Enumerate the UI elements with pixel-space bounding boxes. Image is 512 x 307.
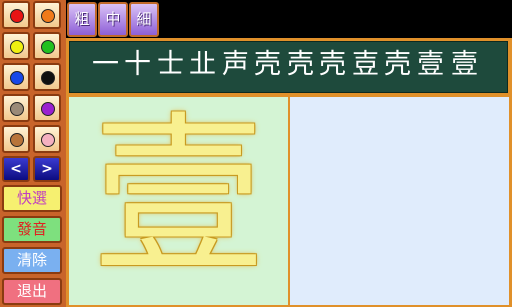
stroke-step[interactable]: 壹: [451, 48, 477, 82]
color-gray-swatch[interactable]: [2, 94, 30, 122]
brush-medium-button[interactable]: 中: [98, 2, 128, 37]
stroke-step[interactable]: 壹: [417, 48, 443, 82]
color-purple-swatch[interactable]: [33, 94, 61, 122]
brown-dot-icon: [10, 133, 24, 147]
color-green-swatch[interactable]: [33, 32, 61, 60]
pink-dot-icon: [41, 133, 55, 147]
stroke-step[interactable]: 㐀: [189, 48, 215, 82]
color-brown-swatch[interactable]: [2, 125, 30, 153]
brush-thick-button[interactable]: 粗: [67, 2, 97, 37]
color-blue-swatch[interactable]: [2, 63, 30, 91]
black-dot-icon: [41, 71, 55, 85]
quick-select-button[interactable]: 快選: [2, 185, 62, 212]
clear-button[interactable]: 清除: [2, 247, 62, 274]
model-character: 壹: [92, 96, 265, 297]
stroke-step[interactable]: 壳: [319, 48, 345, 82]
stroke-step[interactable]: 声: [222, 48, 248, 82]
exit-button[interactable]: 退出: [2, 278, 62, 305]
blue-dot-icon: [10, 71, 24, 85]
pronounce-button[interactable]: 發音: [2, 216, 62, 243]
stroke-step[interactable]: 士: [157, 48, 183, 82]
color-orange-swatch[interactable]: [33, 1, 61, 29]
prev-button[interactable]: <: [2, 156, 30, 182]
color-black-swatch[interactable]: [33, 63, 61, 91]
stroke-step[interactable]: 壳: [384, 48, 410, 82]
stroke-step[interactable]: 壴: [352, 48, 378, 82]
stroke-step[interactable]: 壳: [287, 48, 313, 82]
stroke-step[interactable]: 十: [124, 48, 150, 82]
color-red-swatch[interactable]: [2, 1, 30, 29]
yellow-dot-icon: [10, 40, 24, 54]
green-dot-icon: [41, 40, 55, 54]
red-dot-icon: [10, 9, 24, 23]
color-yellow-swatch[interactable]: [2, 32, 30, 60]
stroke-step[interactable]: 壳: [254, 48, 280, 82]
brush-thin-button[interactable]: 細: [129, 2, 159, 37]
color-pink-swatch[interactable]: [33, 125, 61, 153]
writing-canvas[interactable]: [290, 97, 509, 305]
stroke-step[interactable]: 一: [92, 48, 118, 82]
purple-dot-icon: [41, 102, 55, 116]
gray-dot-icon: [10, 102, 24, 116]
next-button[interactable]: >: [33, 156, 61, 182]
orange-dot-icon: [41, 9, 55, 23]
